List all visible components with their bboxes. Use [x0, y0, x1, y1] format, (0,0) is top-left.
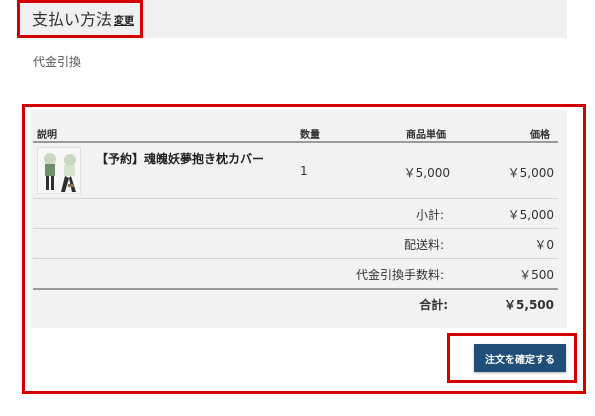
payment-method-value: 代金引換	[33, 55, 82, 69]
highlight-box-order	[22, 104, 586, 394]
highlight-box-payment-title	[17, 0, 143, 38]
